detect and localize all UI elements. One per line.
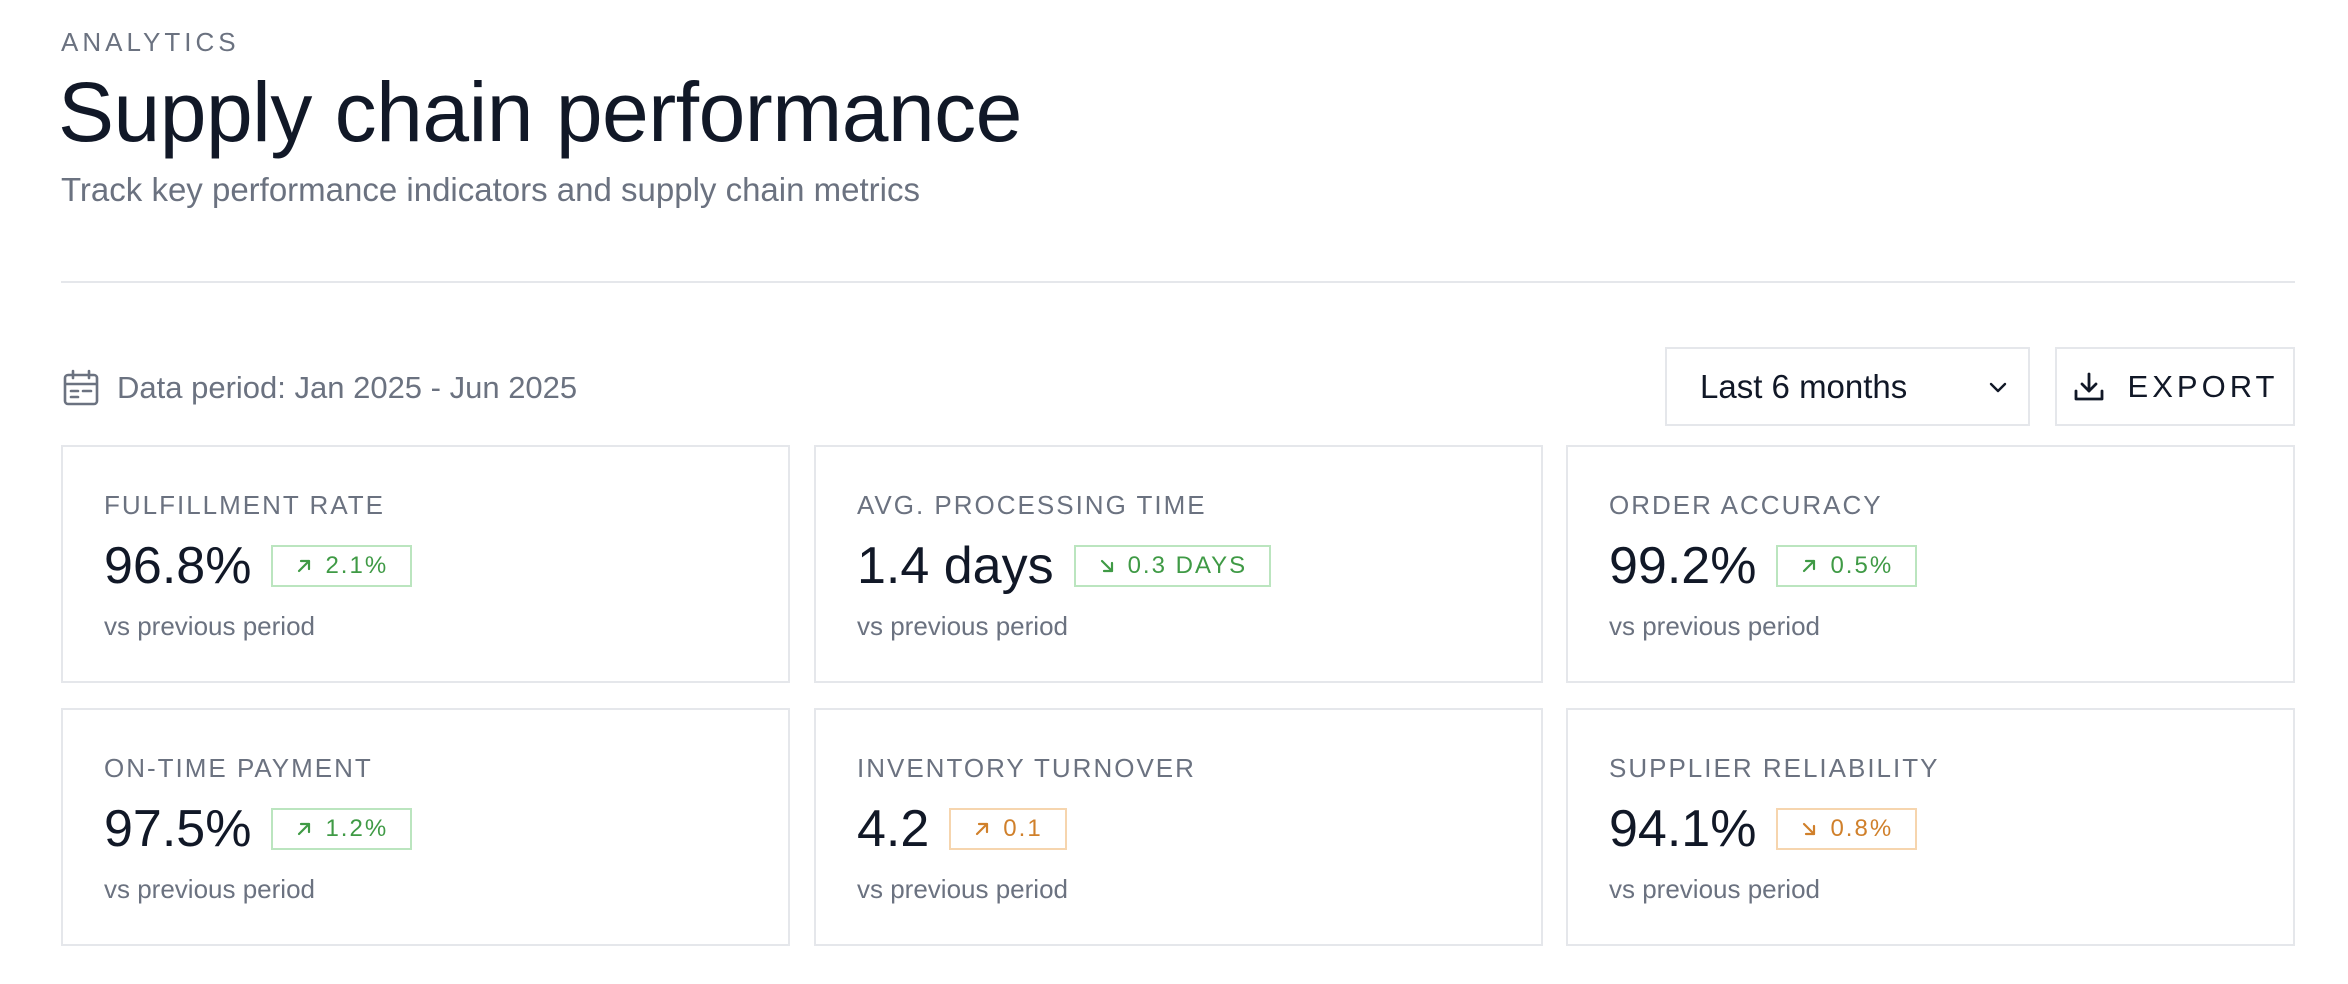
metric-card-order-accuracy: ORDER ACCURACY 99.2% 0.5% vs previous pe… [1566,445,2295,683]
data-period-text: Data period: Jan 2025 - Jun 2025 [117,370,578,405]
change-badge: 0.3 DAYS [1073,545,1272,587]
change-value: 0.5% [1830,552,1894,579]
metric-caption: vs previous period [857,874,1068,904]
export-button-label: EXPORT [2127,368,2279,404]
chevron-down-icon [1986,375,2010,399]
metric-caption: vs previous period [104,611,315,641]
metric-value-row: 96.8% 2.1% [104,535,413,597]
metric-value-row: 4.2 0.1 [857,798,1067,860]
metric-value-row: 99.2% 0.5% [1609,535,1918,597]
metric-caption: vs previous period [104,874,315,904]
download-icon [2072,370,2106,404]
metric-card-fulfillment-rate: FULFILLMENT RATE 96.8% 2.1% vs previous … [61,445,790,683]
metric-label: ON-TIME PAYMENT [104,753,373,783]
metric-value: 96.8% [104,537,252,595]
metric-card-supplier-reliability: SUPPLIER RELIABILITY 94.1% 0.8% vs previ… [1566,708,2295,946]
period-range-select[interactable]: Last 6 months [1665,347,2030,426]
page: ANALYTICS Supply chain performance Track… [0,0,2348,984]
metric-caption: vs previous period [1609,611,1820,641]
metric-value-row: 94.1% 0.8% [1609,798,1918,860]
data-period: Data period: Jan 2025 - Jun 2025 [61,366,577,410]
metric-label: SUPPLIER RELIABILITY [1609,753,1940,783]
calendar-icon [61,368,101,408]
change-value: 2.1% [325,552,389,579]
metric-card-on-time-payment: ON-TIME PAYMENT 97.5% 1.2% vs previous p… [61,708,790,946]
arrow-up-right-icon [1800,557,1818,575]
arrow-up-right-icon [973,820,991,838]
metric-label: AVG. PROCESSING TIME [857,490,1207,520]
arrow-down-right-icon [1098,557,1116,575]
metric-value-row: 1.4 days 0.3 DAYS [857,535,1272,597]
header-divider [61,281,2295,283]
page-subtitle: Track key performance indicators and sup… [61,171,920,208]
section-eyebrow: ANALYTICS [61,27,240,57]
period-range-value: Last 6 months [1700,367,1908,405]
change-value: 0.8% [1830,815,1894,842]
metric-label: INVENTORY TURNOVER [857,753,1196,783]
change-value: 1.2% [325,815,389,842]
metric-value: 4.2 [857,800,930,858]
change-badge: 0.8% [1776,808,1918,850]
change-value: 0.3 DAYS [1127,552,1248,579]
metric-caption: vs previous period [857,611,1068,641]
metric-value: 1.4 days [857,537,1054,595]
metric-value: 99.2% [1609,537,1757,595]
metric-label: ORDER ACCURACY [1609,490,1883,520]
metric-label: FULFILLMENT RATE [104,490,385,520]
change-badge: 1.2% [271,808,413,850]
change-value: 0.1 [1003,815,1043,842]
metric-card-inventory-turnover: INVENTORY TURNOVER 4.2 0.1 vs previous p… [814,708,1543,946]
page-title: Supply chain performance [58,65,1022,159]
arrow-up-right-icon [295,820,313,838]
arrow-down-right-icon [1800,820,1818,838]
arrow-up-right-icon [295,557,313,575]
metric-value: 97.5% [104,800,252,858]
change-badge: 0.1 [949,808,1067,850]
metric-value: 94.1% [1609,800,1757,858]
metric-caption: vs previous period [1609,874,1820,904]
metric-card-avg-processing-time: AVG. PROCESSING TIME 1.4 days 0.3 DAYS v… [814,445,1543,683]
metric-value-row: 97.5% 1.2% [104,798,413,860]
export-button[interactable]: EXPORT [2055,347,2295,426]
change-badge: 0.5% [1776,545,1918,587]
change-badge: 2.1% [271,545,413,587]
